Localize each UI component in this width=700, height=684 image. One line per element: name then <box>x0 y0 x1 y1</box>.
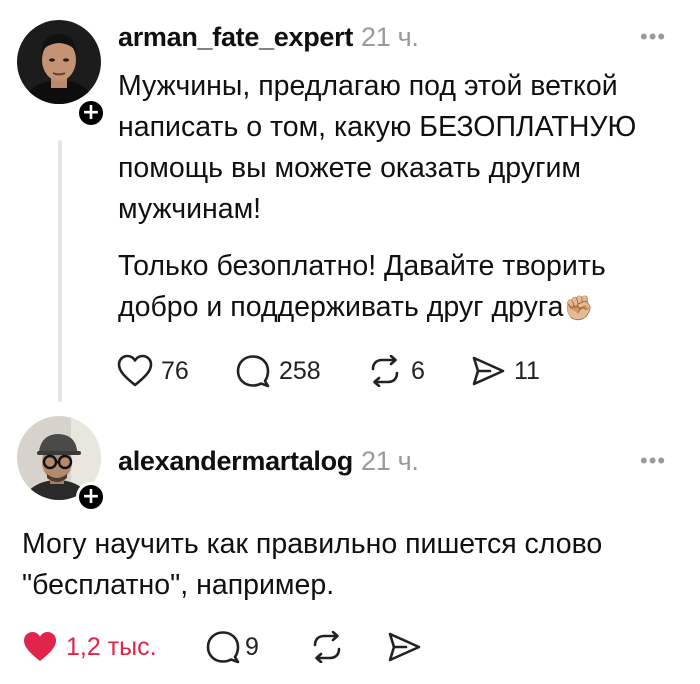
post-text-paragraph-2: Только безоплатно! Давайте творить добро… <box>118 246 678 329</box>
share-button[interactable] <box>386 631 422 663</box>
post-text-paragraph-1: Мужчины, предлагаю под этой веткой напис… <box>118 70 637 225</box>
comment-count: 258 <box>279 356 321 385</box>
repost-button[interactable]: 6 <box>367 355 425 387</box>
repost-button[interactable] <box>309 631 345 663</box>
comment-count: 9 <box>245 632 259 661</box>
like-count: 1,2 тыс. <box>66 632 157 661</box>
post-1: + arman_fate_expert 21 ч. ••• Мужчины, пр… <box>0 0 700 410</box>
thread-line <box>58 140 62 402</box>
comment-bubble-icon <box>206 631 240 664</box>
like-count: 76 <box>161 356 189 385</box>
comment-button[interactable]: 258 <box>235 354 321 388</box>
raised-fist-emoji: ✊🏼 <box>563 295 594 322</box>
more-dots-icon[interactable]: ••• <box>640 24 666 50</box>
repost-icon <box>313 631 341 663</box>
avatar-alexander[interactable]: + <box>17 416 106 512</box>
username[interactable]: alexandermartalog <box>118 446 353 476</box>
send-icon <box>472 356 505 386</box>
repost-icon <box>371 355 399 387</box>
like-button[interactable]: 76 <box>117 354 189 388</box>
post-2: + alexandermartalog 21 ч. ••• Могу научит… <box>0 410 700 684</box>
like-button[interactable]: 1,2 тыс. <box>22 630 157 664</box>
avatar-arman[interactable]: + <box>17 20 106 128</box>
username[interactable]: arman_fate_expert <box>118 22 353 52</box>
post-author[interactable]: arman_fate_expert 21 ч. <box>118 22 419 53</box>
post-author[interactable]: alexandermartalog 21 ч. <box>118 446 419 477</box>
post-text-paragraph-2-text: Только безоплатно! Давайте творить добро… <box>118 250 606 323</box>
send-icon <box>388 632 421 662</box>
follow-plus-icon[interactable]: + <box>76 482 106 512</box>
heart-icon <box>117 354 153 387</box>
comment-button[interactable]: 9 <box>205 630 259 664</box>
avatar-image <box>17 20 101 104</box>
comment-bubble-icon <box>236 355 270 388</box>
share-button[interactable]: 11 <box>470 355 540 387</box>
follow-plus-icon[interactable]: + <box>76 98 106 128</box>
heart-filled-icon <box>24 632 56 661</box>
post-time: 21 ч. <box>361 446 419 476</box>
more-dots-icon[interactable]: ••• <box>640 448 666 474</box>
post-time: 21 ч. <box>361 22 419 52</box>
post-text: Могу научить как правильно пишется слово… <box>22 528 603 601</box>
share-count: 11 <box>514 356 540 385</box>
repost-count: 6 <box>411 356 425 385</box>
